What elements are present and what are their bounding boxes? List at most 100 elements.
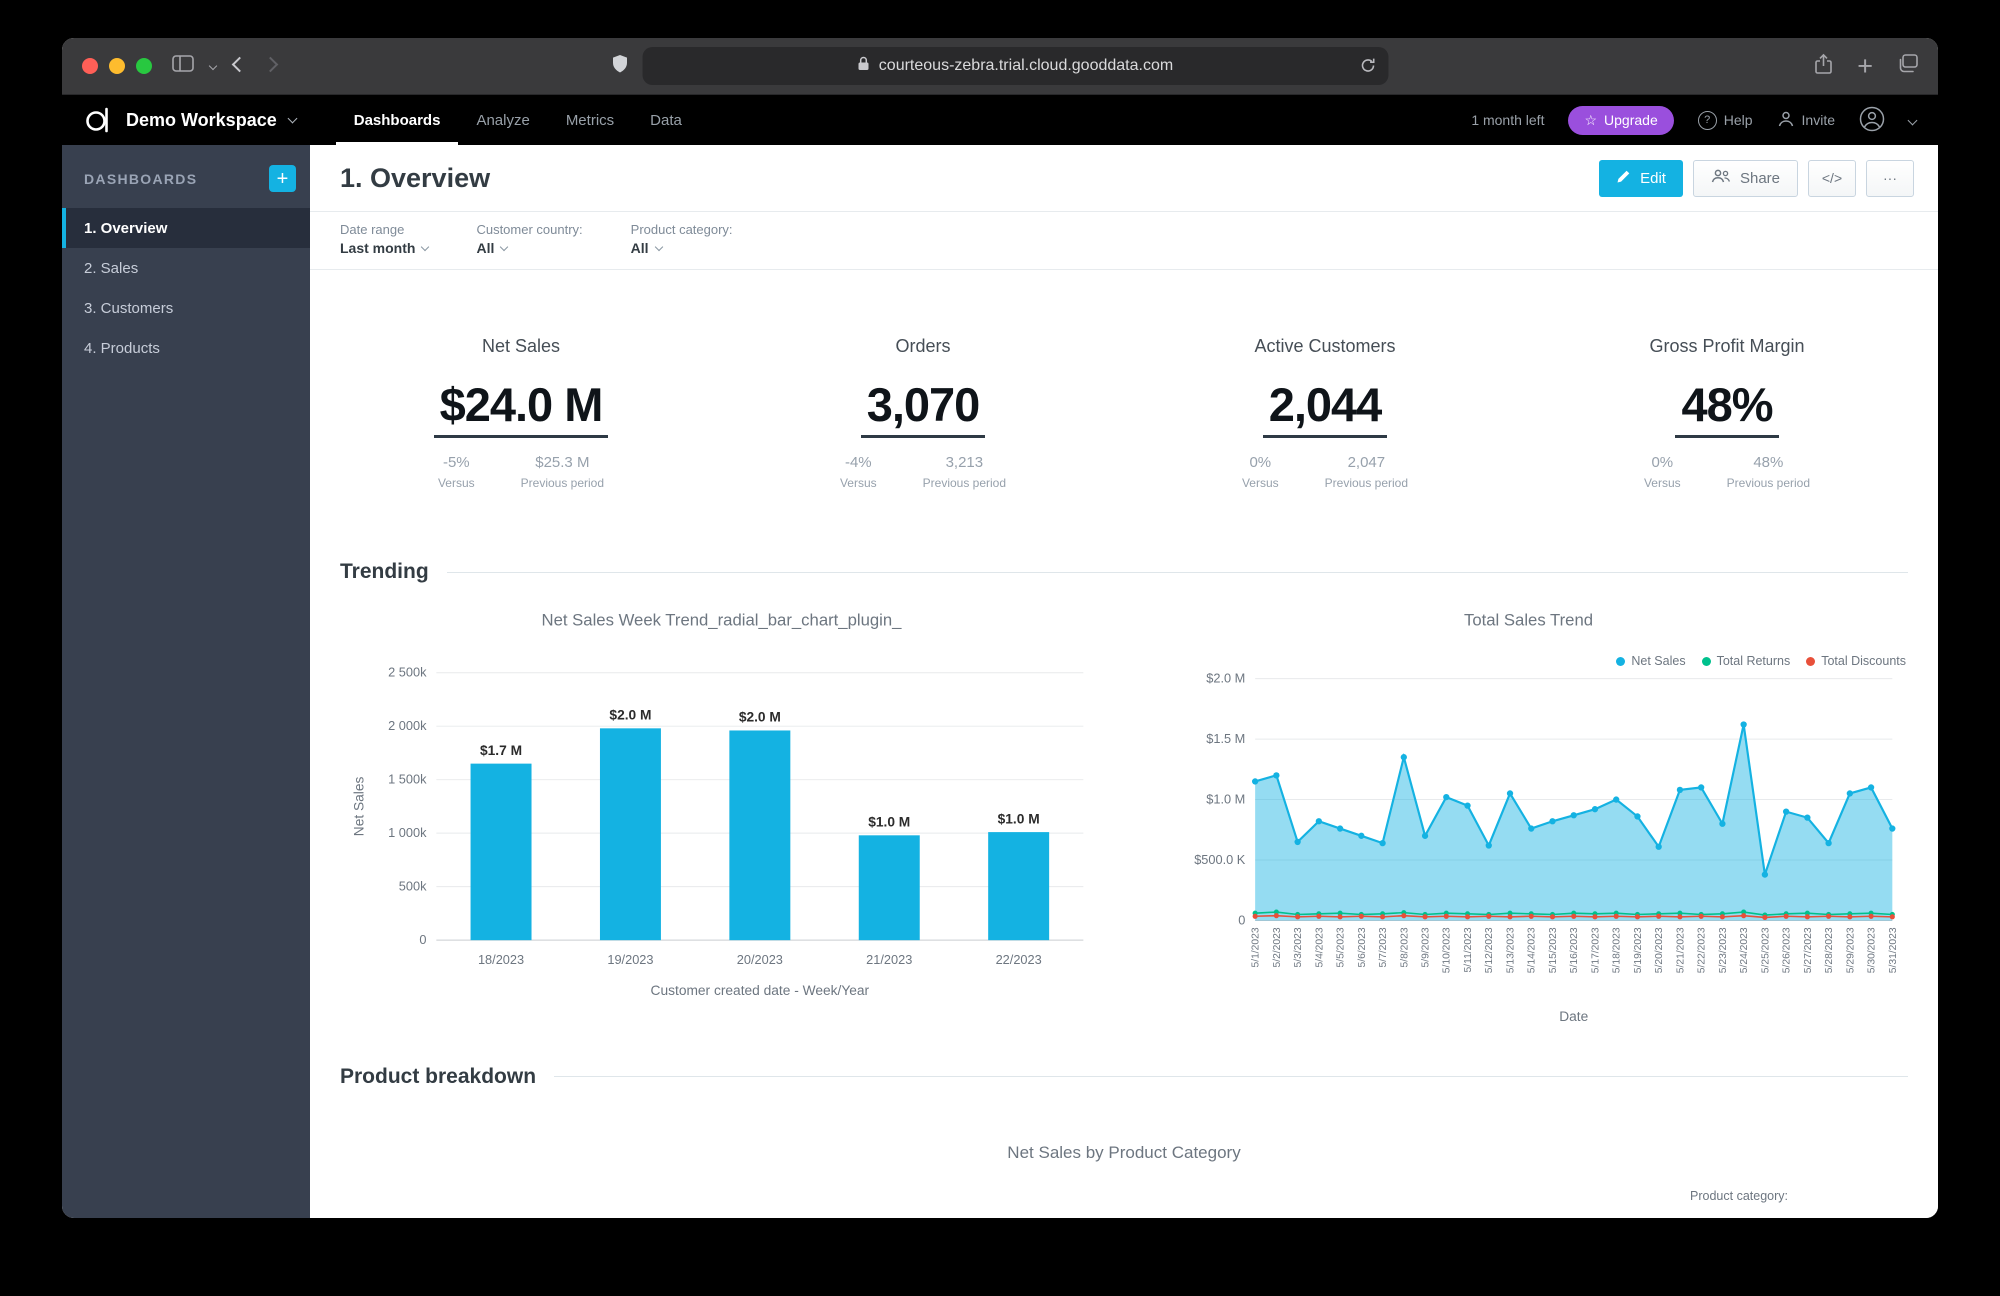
- legend-item[interactable]: Total Discounts: [1806, 654, 1906, 668]
- svg-text:Net Sales Week Trend_radial_ba: Net Sales Week Trend_radial_bar_chart_pl…: [542, 610, 903, 629]
- kpi-value: $24.0 M: [433, 377, 609, 438]
- svg-text:$1.0 M: $1.0 M: [1206, 791, 1245, 806]
- kpi-previous-value: 48%: [1753, 454, 1784, 471]
- svg-text:Total Sales Trend: Total Sales Trend: [1464, 610, 1593, 629]
- total-sales-trend-chart-box: Total Sales Trend 0 $500.0 K $1.0 M $1.5 M $2…: [1145, 596, 1912, 1029]
- svg-text:18/2023: 18/2023: [478, 952, 524, 967]
- svg-text:5/25/2023: 5/25/2023: [1760, 927, 1771, 973]
- product-category-filter[interactable]: Product category: All: [631, 222, 733, 256]
- minimize-button[interactable]: [109, 58, 125, 74]
- back-button[interactable]: [231, 56, 248, 75]
- svg-text:1 000k: 1 000k: [388, 825, 427, 840]
- help-icon: ?: [1697, 110, 1717, 130]
- product-chart-title: Net Sales by Product Category: [1007, 1142, 1241, 1162]
- share-icon[interactable]: [1814, 53, 1833, 80]
- sidebar-item-overview[interactable]: 1. Overview: [62, 208, 310, 248]
- people-share-icon: [1711, 168, 1731, 188]
- upgrade-button[interactable]: ☆ Upgrade: [1568, 105, 1674, 135]
- reload-icon[interactable]: [1360, 57, 1377, 79]
- svg-text:5/23/2023: 5/23/2023: [1718, 927, 1729, 973]
- kpi-previous-label: Previous period: [1324, 476, 1409, 490]
- add-dashboard-button[interactable]: +: [269, 165, 296, 192]
- dashboard-main: 1. Overview Edit Share </> ··· Date rang…: [310, 145, 1938, 1218]
- kpi-previous-value: 2,047: [1347, 454, 1386, 471]
- kpi-versus-label: Versus: [839, 476, 877, 490]
- person-icon: [1777, 110, 1795, 131]
- kpi-change: -5%: [442, 454, 470, 471]
- embed-button[interactable]: </>: [1808, 159, 1856, 197]
- sidebar-item-products[interactable]: 4. Products: [62, 328, 310, 368]
- sidebar-toggle-icon[interactable]: [172, 55, 194, 77]
- sidebar-title: DASHBOARDS: [84, 170, 198, 187]
- tab-overview-icon[interactable]: [1897, 54, 1918, 78]
- svg-text:5/4/2023: 5/4/2023: [1314, 927, 1325, 967]
- edit-button[interactable]: Edit: [1599, 159, 1683, 197]
- browser-toolbar: courteous-zebra.trial.cloud.gooddata.com…: [62, 38, 1938, 95]
- desktop-background: courteous-zebra.trial.cloud.gooddata.com…: [0, 0, 2000, 1296]
- kpi-title: Orders: [895, 336, 951, 356]
- pencil-icon: [1616, 169, 1631, 188]
- nav-dashboards[interactable]: Dashboards: [336, 95, 459, 145]
- legend-dot-icon: [1701, 656, 1711, 666]
- dashboards-sidebar: DASHBOARDS + 1. Overview 2. Sales 3. Cus…: [62, 145, 310, 1218]
- svg-text:5/26/2023: 5/26/2023: [1782, 927, 1793, 973]
- svg-text:5/11/2023: 5/11/2023: [1463, 927, 1474, 972]
- address-bar[interactable]: courteous-zebra.trial.cloud.gooddata.com: [642, 47, 1389, 85]
- legend-item[interactable]: Total Returns: [1701, 654, 1790, 668]
- chevron-down-icon[interactable]: [208, 61, 218, 71]
- nav-metrics[interactable]: Metrics: [548, 95, 632, 145]
- chevron-down-icon: [421, 242, 430, 251]
- legend-label: Total Discounts: [1821, 654, 1906, 668]
- date-range-filter[interactable]: Date range Last month: [340, 222, 430, 256]
- gooddata-logo[interactable]: [84, 106, 112, 134]
- new-tab-icon[interactable]: +: [1857, 52, 1873, 80]
- more-options-button[interactable]: ···: [1866, 159, 1914, 197]
- svg-text:1 500k: 1 500k: [388, 772, 427, 787]
- workspace-selector[interactable]: Demo Workspace: [126, 110, 298, 131]
- zoom-button[interactable]: [136, 58, 152, 74]
- svg-text:5/17/2023: 5/17/2023: [1590, 927, 1601, 973]
- chart-legend: Net Sales Total Returns Total Discounts: [1616, 654, 1906, 668]
- section-rule: [554, 1076, 1908, 1078]
- nav-analyze[interactable]: Analyze: [458, 95, 547, 145]
- kpi-value: 2,044: [1262, 377, 1388, 438]
- close-button[interactable]: [82, 58, 98, 74]
- legend-item[interactable]: Net Sales: [1616, 654, 1686, 668]
- forward-button[interactable]: [262, 56, 279, 75]
- chevron-down-icon: [654, 242, 663, 251]
- legend-dot-icon: [1616, 656, 1626, 666]
- chevron-down-icon: [287, 113, 298, 124]
- share-button[interactable]: Share: [1692, 159, 1798, 197]
- chevron-down-icon[interactable]: [1907, 115, 1918, 125]
- privacy-shield-icon[interactable]: [612, 54, 629, 79]
- svg-text:0: 0: [419, 932, 426, 947]
- kpi-gross-profit-margin[interactable]: Gross Profit Margin 48% 0% Versus 48% Prev…: [1526, 336, 1928, 490]
- net-sales-week-trend-chart-box: Net Sales Week Trend_radial_bar_chart_pl…: [338, 596, 1105, 1029]
- svg-text:500k: 500k: [399, 879, 427, 894]
- svg-text:$1.0 M: $1.0 M: [998, 811, 1040, 826]
- sidebar-item-customers[interactable]: 3. Customers: [62, 288, 310, 328]
- account-avatar-icon[interactable]: [1859, 106, 1885, 135]
- sidebar-item-sales[interactable]: 2. Sales: [62, 248, 310, 288]
- svg-text:$2.0 M: $2.0 M: [739, 710, 781, 725]
- kpi-net-sales[interactable]: Net Sales $24.0 M -5% Versus $25.3 M Previ…: [320, 336, 722, 490]
- svg-text:20/2023: 20/2023: [737, 952, 783, 967]
- section-title: Trending: [340, 560, 429, 583]
- svg-text:22/2023: 22/2023: [996, 952, 1042, 967]
- kpi-title: Active Customers: [1254, 336, 1396, 356]
- help-button[interactable]: ? Help: [1697, 110, 1753, 130]
- svg-text:5/20/2023: 5/20/2023: [1654, 927, 1665, 973]
- nav-data[interactable]: Data: [632, 95, 700, 145]
- lock-icon: [858, 56, 870, 76]
- trending-section-header: Trending: [310, 560, 1938, 584]
- kpi-active-customers[interactable]: Active Customers 2,044 0% Versus 2,047 Pre…: [1124, 336, 1526, 490]
- invite-button[interactable]: Invite: [1777, 110, 1835, 131]
- svg-text:19/2023: 19/2023: [607, 952, 653, 967]
- kpi-orders[interactable]: Orders 3,070 -4% Versus 3,213 Previous per…: [722, 336, 1124, 490]
- svg-text:5/10/2023: 5/10/2023: [1442, 927, 1453, 973]
- legend-dot-icon: [1806, 656, 1816, 666]
- section-rule: [446, 571, 1908, 573]
- content-row: DASHBOARDS + 1. Overview 2. Sales 3. Cus…: [62, 145, 1938, 1218]
- net-sales-week-trend-chart[interactable]: Net Sales Week Trend_radial_bar_chart_pl…: [338, 596, 1105, 1029]
- customer-country-filter[interactable]: Customer country: All: [476, 222, 582, 256]
